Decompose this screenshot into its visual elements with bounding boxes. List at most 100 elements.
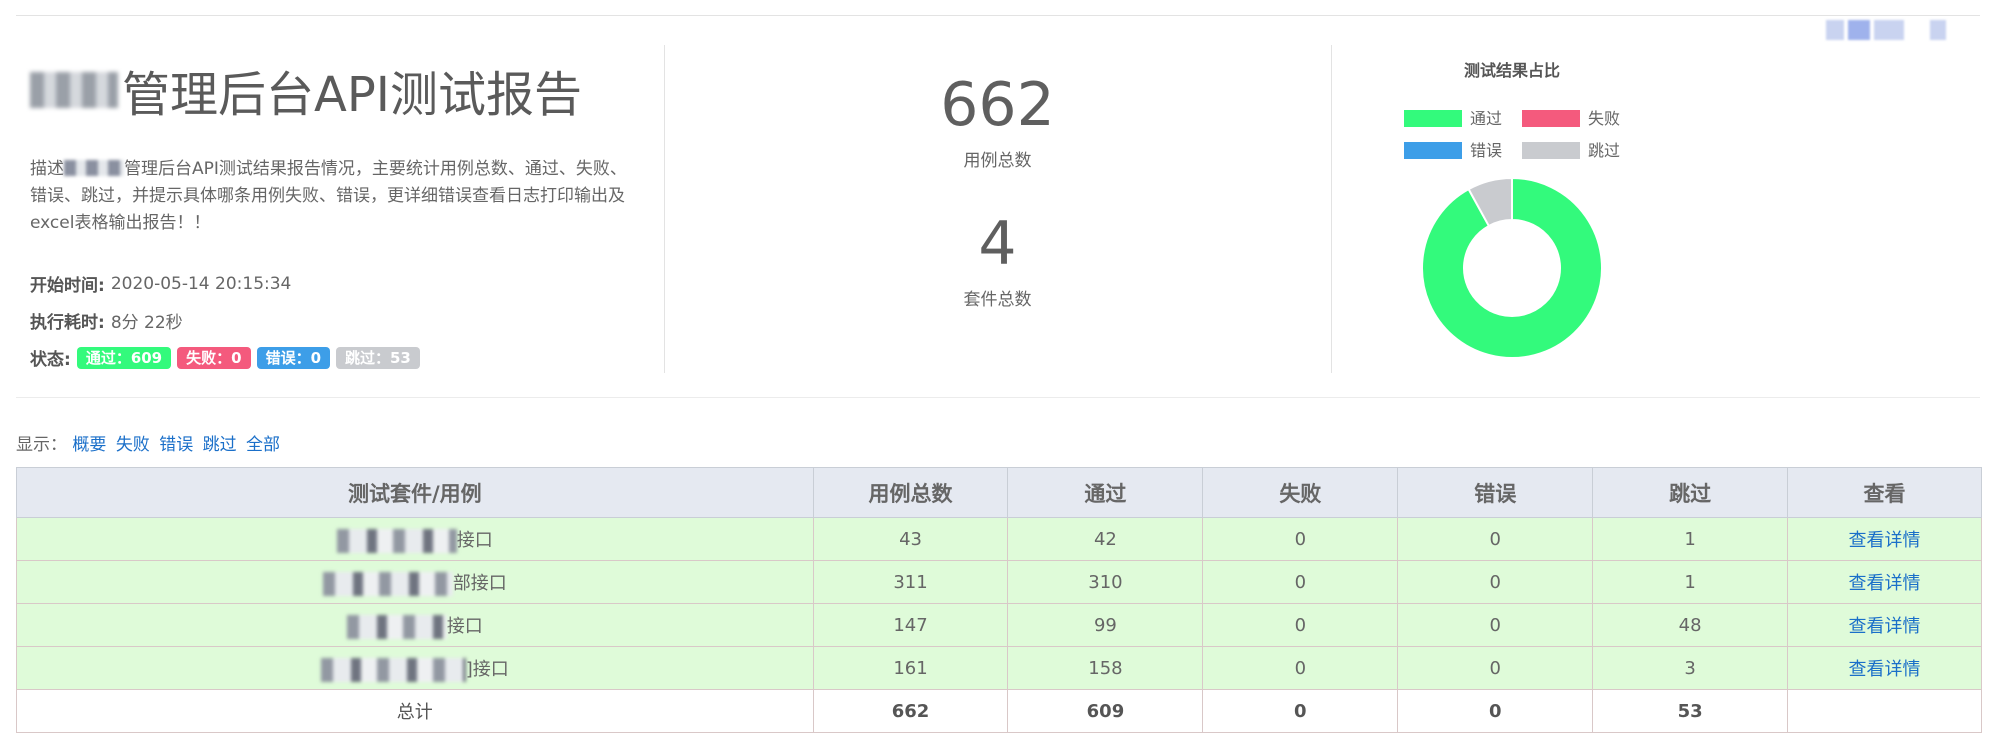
filter-all[interactable]: 全部 [246,435,280,455]
cell-total: 311 [812,560,1009,604]
cell-fail: 0 [1202,517,1399,561]
legend-label-3: 跳过 [1588,141,1620,160]
section-divider [16,397,1980,398]
view-detail-link[interactable]: 查看详情 [1849,616,1921,637]
filter-skipped[interactable]: 跳过 [203,435,237,455]
start-time-value: 2020-05-14 20:15:34 [110,273,292,294]
suite-name: 部接口 [452,572,507,594]
desc-prefix: 描述 [30,159,64,179]
filter-failed[interactable]: 失败 [116,435,150,455]
cell-skip: 48 [1592,603,1789,647]
total-suites-value: 4 [978,209,1017,279]
col-fail: 失败 [1202,467,1399,518]
redacted-project-name [30,72,118,108]
cell-pass: 310 [1007,560,1204,604]
total-fail: 0 [1202,689,1399,733]
total-error: 0 [1397,689,1594,733]
col-view: 查看 [1787,467,1982,518]
status-label: 状态: [30,350,71,370]
total-suites-label: 套件总数 [963,290,1032,310]
legend-label-0: 通过 [1470,109,1502,128]
total-view-empty [1787,689,1982,733]
fail-badge: 失败：0 [177,346,251,369]
view-detail-link[interactable]: 查看详情 [1849,659,1921,680]
status-badges: 通过：609 失败：0 错误：0 跳过：53 [76,346,426,369]
legend-label-2: 错误 [1470,141,1502,160]
total-cases-label: 用例总数 [963,151,1032,171]
table-header-row: 测试套件/用例 用例总数 通过 失败 错误 跳过 查看 [16,467,1982,518]
suite-name: 接口 [446,615,483,637]
cell-fail: 0 [1202,646,1399,690]
legend-swatch-3[interactable] [1522,142,1580,159]
filter-summary[interactable]: 概要 [72,435,106,455]
table-row: ]接口 161 158 0 0 3 查看详情 [16,646,1982,690]
table-row: 部接口 311 310 0 0 1 查看详情 [16,560,1982,604]
total-label: 总计 [16,689,814,733]
top-divider [16,15,1980,16]
col-total: 用例总数 [812,467,1009,518]
total-suites-block: 4 套件总数 [665,209,1330,310]
summary-panel: 662 用例总数 4 套件总数 [665,50,1330,310]
cell-pass: 42 [1007,517,1204,561]
total-cases-block: 662 用例总数 [665,70,1330,171]
report-meta: 开始时间: 2020-05-14 20:15:34 执行耗时: 8分 22秒 状… [30,265,640,376]
cell-skip: 1 [1592,517,1789,561]
cell-error: 0 [1397,603,1594,647]
view-detail-cell: 查看详情 [1787,646,1982,690]
report-title: 管理后台API测试报告 [30,50,640,130]
cell-error: 0 [1397,646,1594,690]
cell-error: 0 [1397,517,1594,561]
suite-name: ]接口 [465,658,509,680]
legend-label-1: 失败 [1588,109,1620,128]
legend-swatch-1[interactable] [1522,110,1580,127]
redacted-suite-name [320,657,466,682]
redacted-suite-name [322,571,453,596]
suite-name-cell: 部接口 [16,560,814,604]
col-pass: 通过 [1007,467,1204,518]
start-time-row: 开始时间: 2020-05-14 20:15:34 [30,265,640,302]
duration-label: 执行耗时: [30,313,105,333]
filter-error[interactable]: 错误 [159,435,193,455]
skip-badge: 跳过：53 [336,346,420,369]
cell-fail: 0 [1202,603,1399,647]
redacted-desc-name [64,160,124,176]
results-table: 测试套件/用例 用例总数 通过 失败 错误 跳过 查看 接口 43 42 0 0… [16,467,1982,733]
view-detail-link[interactable]: 查看详情 [1849,530,1921,551]
filter-label: 显示： [16,435,67,455]
total-cases-value: 662 [940,70,1055,140]
suite-name-cell: 接口 [16,603,814,647]
duration-row: 执行耗时: 8分 22秒 [30,302,640,339]
pass-badge: 通过：609 [76,346,172,369]
total-cases: 662 [812,689,1009,733]
chart-title: 测试结果占比 [1464,61,1560,80]
cell-skip: 3 [1592,646,1789,690]
cell-total: 147 [812,603,1009,647]
suite-name-cell: 接口 [16,517,814,561]
total-row: 总计 662 609 0 0 53 [16,689,1982,733]
col-error: 错误 [1397,467,1594,518]
view-detail-link[interactable]: 查看详情 [1849,573,1921,594]
col-skip: 跳过 [1592,467,1789,518]
start-time-label: 开始时间: [30,276,105,296]
table-row: 接口 43 42 0 0 1 查看详情 [16,517,1982,561]
redacted-suite-name [346,614,447,639]
col-suite: 测试套件/用例 [16,467,814,518]
view-detail-cell: 查看详情 [1787,560,1982,604]
error-badge: 错误：0 [256,346,330,369]
suite-name-cell: ]接口 [16,646,814,690]
duration-value: 8分 22秒 [110,313,183,333]
legend-swatch-2[interactable] [1404,142,1462,159]
result-donut-chart: 测试结果占比 通过 失败错误 跳过 [1404,61,1620,359]
cell-fail: 0 [1202,560,1399,604]
legend-swatch-0[interactable] [1404,110,1462,127]
report-info-panel: 管理后台API测试报告 描述 管理后台API测试结果报告情况，主要统计用例总数、通… [30,50,640,376]
table-row: 接口 147 99 0 0 48 查看详情 [16,603,1982,647]
total-pass: 609 [1007,689,1204,733]
filter-bar: 显示： 概要 失败 错误 跳过 全部 [16,430,284,455]
cell-error: 0 [1397,560,1594,604]
cell-total: 43 [812,517,1009,561]
view-detail-cell: 查看详情 [1787,603,1982,647]
chart-slices [1421,176,1603,359]
report-description: 描述 管理后台API测试结果报告情况，主要统计用例总数、通过、失败、错误、跳过，并… [30,156,630,237]
chart-legend: 通过 失败错误 跳过 [1404,109,1620,160]
